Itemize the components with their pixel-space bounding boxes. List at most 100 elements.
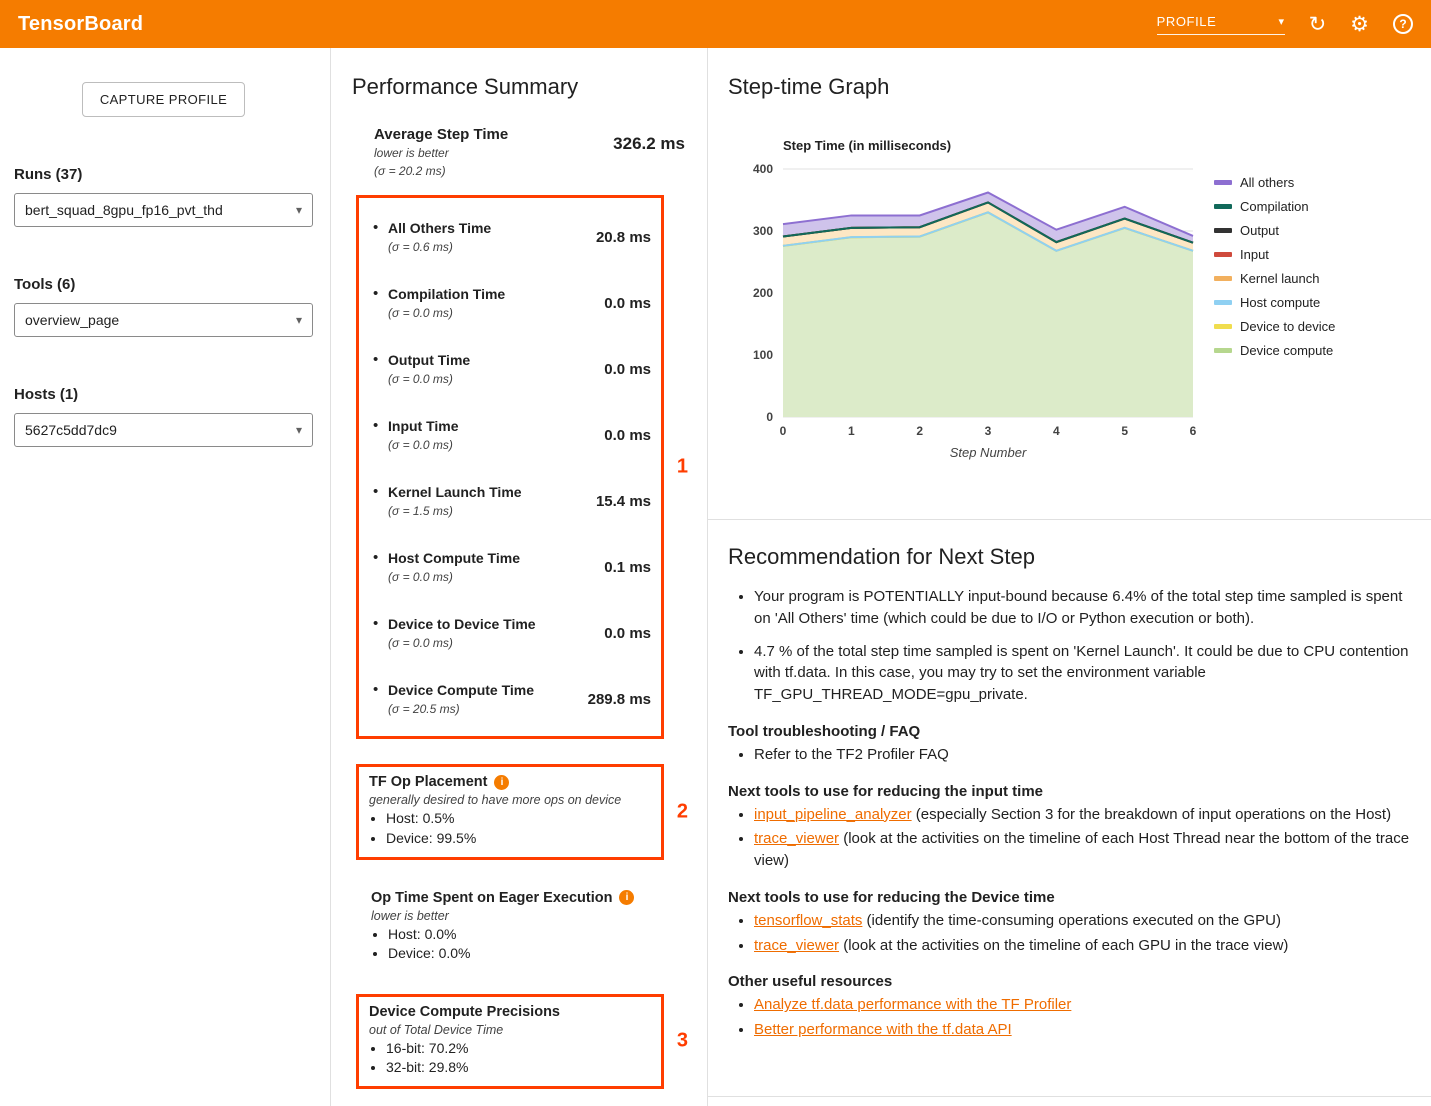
reco-link[interactable]: Analyze tf.data performance with the TF … xyxy=(754,996,1071,1013)
device-precision-note: out of Total Device Time xyxy=(369,1023,651,1037)
tools-label: Tools (6) xyxy=(14,276,313,293)
metric-row: Output Time (σ = 0.0 ms) 0.0 ms xyxy=(359,335,661,401)
hosts-select-value: 5627c5dd7dc9 xyxy=(25,422,117,438)
dashboard-selector[interactable]: PROFILE ▾ xyxy=(1157,14,1285,35)
reco-section-faq: Tool troubleshooting / FAQ Refer to the … xyxy=(728,723,1411,766)
metric-label: Output Time xyxy=(388,352,604,368)
chevron-down-icon: ▾ xyxy=(296,313,302,327)
metric-label: Host Compute Time xyxy=(388,550,604,566)
svg-text:Step Number: Step Number xyxy=(950,445,1027,460)
step-time-graph-title: Step-time Graph xyxy=(728,74,1411,100)
device-precision-box: Device Compute Precisions out of Total D… xyxy=(356,994,664,1089)
reco-item: Refer to the TF2 Profiler FAQ xyxy=(754,744,1411,766)
svg-text:300: 300 xyxy=(753,224,773,238)
metric-row: Device Compute Time (σ = 20.5 ms) 289.8 … xyxy=(359,665,661,731)
eager-device-item: Device: 0.0% xyxy=(388,944,671,964)
dashboard-selector-value: PROFILE xyxy=(1157,14,1217,29)
chevron-down-icon: ▾ xyxy=(1278,15,1284,28)
metric-value: 0.0 ms xyxy=(604,625,651,642)
legend-item: Host compute xyxy=(1214,295,1335,310)
metric-label: Input Time xyxy=(388,418,604,434)
legend-label: All others xyxy=(1240,175,1294,190)
metric-sigma: (σ = 20.5 ms) xyxy=(388,702,588,716)
reco-heading: Other useful resources xyxy=(728,973,1411,990)
svg-text:200: 200 xyxy=(753,286,773,300)
average-step-time-label: Average Step Time xyxy=(374,126,613,143)
metric-row: Input Time (σ = 0.0 ms) 0.0 ms xyxy=(359,401,661,467)
reco-section-device-time: Next tools to use for reducing the Devic… xyxy=(728,889,1411,957)
metric-value: 15.4 ms xyxy=(596,493,651,510)
tools-select[interactable]: overview_page ▾ xyxy=(14,303,313,337)
recommendation-bullet: 4.7 % of the total step time sampled is … xyxy=(754,641,1411,706)
refresh-icon[interactable]: ↻ xyxy=(1309,14,1327,35)
metric-value: 289.8 ms xyxy=(588,691,651,708)
legend-swatch xyxy=(1214,348,1232,353)
recommendation-bullet: Your program is POTENTIALLY input-bound … xyxy=(754,586,1411,630)
tf-op-device-item: Device: 99.5% xyxy=(386,829,651,849)
svg-text:100: 100 xyxy=(753,348,773,362)
reco-link[interactable]: tensorflow_stats xyxy=(754,912,862,929)
chevron-down-icon: ▾ xyxy=(296,423,302,437)
reco-link[interactable]: trace_viewer xyxy=(754,937,839,954)
info-icon[interactable] xyxy=(494,775,509,790)
legend-item: Device to device xyxy=(1214,319,1335,334)
eager-execution-section: Op Time Spent on Eager Execution lower i… xyxy=(371,890,671,964)
info-icon[interactable] xyxy=(619,890,634,905)
reco-heading: Tool troubleshooting / FAQ xyxy=(728,723,1411,740)
reco-item: Analyze tf.data performance with the TF … xyxy=(754,994,1411,1016)
annotation-2: 2 xyxy=(677,800,688,823)
legend-label: Compilation xyxy=(1240,199,1309,214)
runs-select-value: bert_squad_8gpu_fp16_pvt_thd xyxy=(25,202,223,218)
reco-section-resources: Other useful resources Analyze tf.data p… xyxy=(728,973,1411,1041)
average-step-time-value: 326.2 ms xyxy=(613,134,685,179)
metric-sigma: (σ = 0.0 ms) xyxy=(388,438,604,452)
legend-swatch xyxy=(1214,228,1232,233)
runs-select[interactable]: bert_squad_8gpu_fp16_pvt_thd ▾ xyxy=(14,193,313,227)
legend-swatch xyxy=(1214,324,1232,329)
metric-sigma: (σ = 0.0 ms) xyxy=(388,306,604,320)
eager-execution-title: Op Time Spent on Eager Execution xyxy=(371,890,612,906)
tools-select-value: overview_page xyxy=(25,312,119,328)
metric-label: Kernel Launch Time xyxy=(388,484,596,500)
hosts-select[interactable]: 5627c5dd7dc9 ▾ xyxy=(14,413,313,447)
legend-label: Output xyxy=(1240,223,1279,238)
gear-icon[interactable]: ⚙ xyxy=(1350,14,1369,35)
legend-label: Device compute xyxy=(1240,343,1333,358)
metric-label: Device to Device Time xyxy=(388,616,604,632)
svg-text:2: 2 xyxy=(916,424,923,438)
reco-item: tensorflow_stats (identify the time-cons… xyxy=(754,910,1411,932)
metric-row: All Others Time (σ = 0.6 ms) 20.8 ms xyxy=(359,203,661,269)
app-bar: TensorBoard PROFILE ▾ ↻ ⚙ ? xyxy=(0,0,1431,48)
metric-label: Device Compute Time xyxy=(388,682,588,698)
legend-swatch xyxy=(1214,180,1232,185)
metric-value: 0.0 ms xyxy=(604,427,651,444)
metric-row: Kernel Launch Time (σ = 1.5 ms) 15.4 ms xyxy=(359,467,661,533)
legend-item: Kernel launch xyxy=(1214,271,1335,286)
svg-text:400: 400 xyxy=(753,162,773,176)
capture-profile-button[interactable]: CAPTURE PROFILE xyxy=(82,82,245,117)
tf-op-placement-note: generally desired to have more ops on de… xyxy=(369,793,651,807)
eager-execution-note: lower is better xyxy=(371,909,671,923)
reco-item: input_pipeline_analyzer (especially Sect… xyxy=(754,804,1411,826)
reco-link[interactable]: trace_viewer xyxy=(754,830,839,847)
eager-host-item: Host: 0.0% xyxy=(388,925,671,945)
svg-text:0: 0 xyxy=(766,410,773,424)
precision-16bit-item: 16-bit: 70.2% xyxy=(386,1039,651,1059)
sidebar: CAPTURE PROFILE Runs (37) bert_squad_8gp… xyxy=(0,48,331,1106)
average-step-time-note: lower is better xyxy=(374,145,613,161)
legend-label: Kernel launch xyxy=(1240,271,1320,286)
step-time-breakdown-box: All Others Time (σ = 0.6 ms) 20.8 ms Com… xyxy=(356,195,664,739)
metric-sigma: (σ = 0.0 ms) xyxy=(388,570,604,584)
reco-heading: Next tools to use for reducing the Devic… xyxy=(728,889,1411,906)
chart-title: Step Time (in milliseconds) xyxy=(783,138,1411,153)
metric-sigma: (σ = 0.0 ms) xyxy=(388,636,604,650)
help-icon[interactable]: ? xyxy=(1393,14,1413,34)
reco-link[interactable]: input_pipeline_analyzer xyxy=(754,806,912,823)
metric-value: 0.1 ms xyxy=(604,559,651,576)
performance-summary-title: Performance Summary xyxy=(352,74,691,100)
reco-item: Better performance with the tf.data API xyxy=(754,1019,1411,1041)
chart-legend: All othersCompilationOutputInputKernel l… xyxy=(1214,175,1335,358)
hosts-label: Hosts (1) xyxy=(14,386,313,403)
chevron-down-icon: ▾ xyxy=(296,203,302,217)
reco-link[interactable]: Better performance with the tf.data API xyxy=(754,1021,1012,1038)
